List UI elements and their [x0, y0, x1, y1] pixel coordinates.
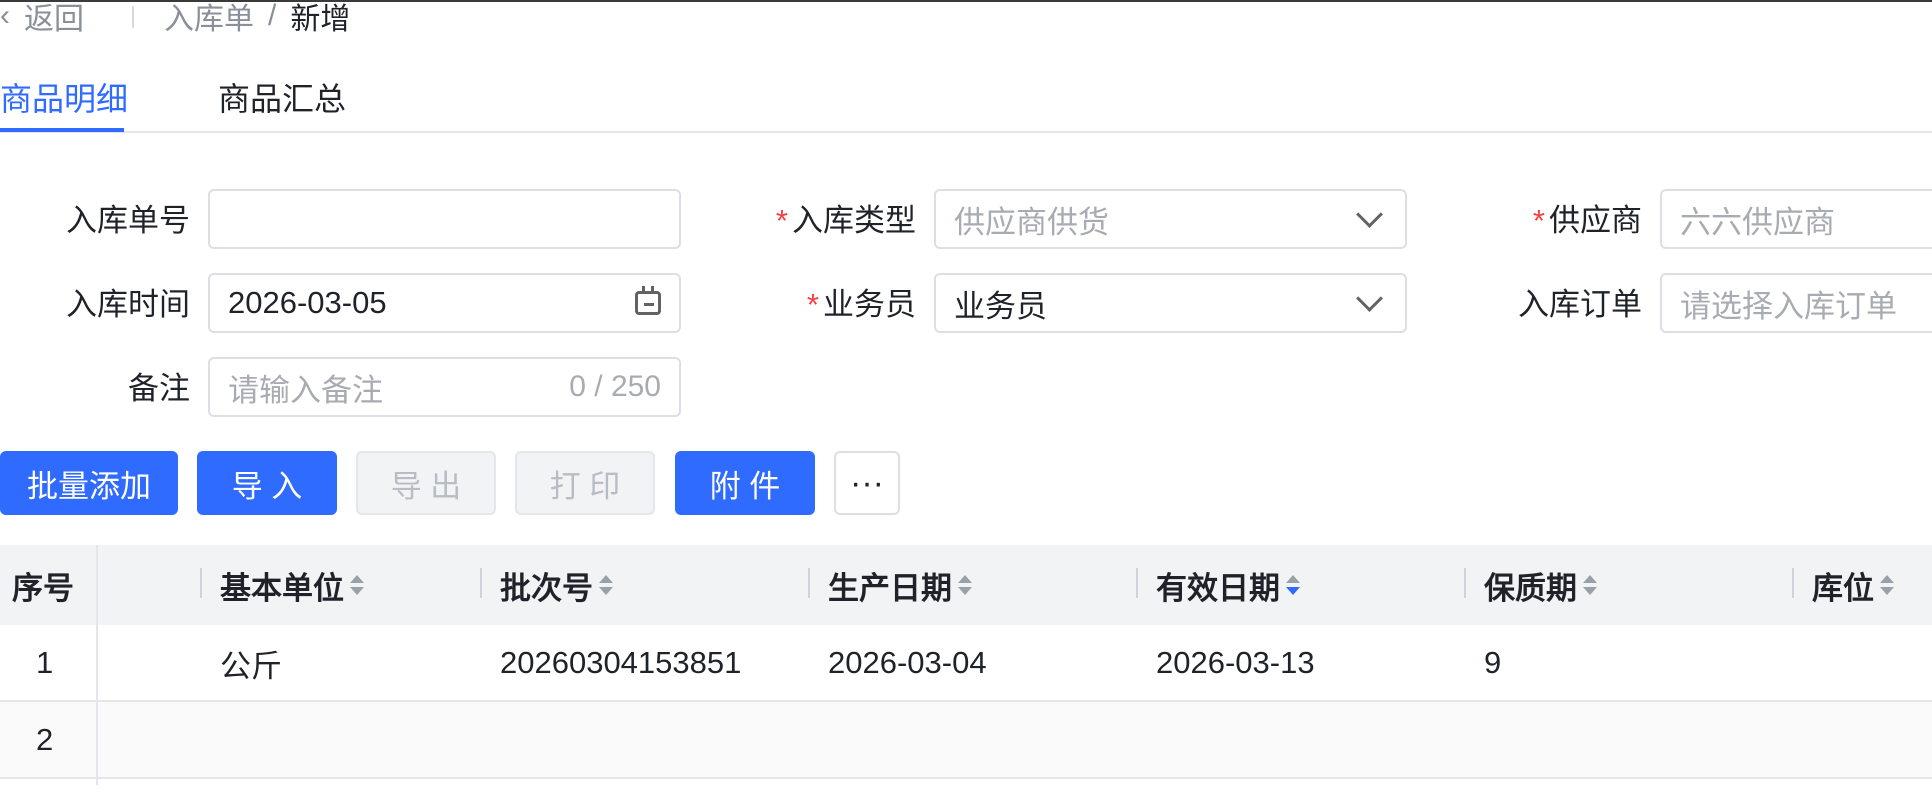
- breadcrumb: 入库单 / 新增: [164, 0, 350, 36]
- sort-icon[interactable]: [1583, 575, 1597, 595]
- back-label: 返回: [24, 3, 84, 36]
- column-header-unit[interactable]: 基本单位: [220, 545, 364, 625]
- table-cell-shelf-life[interactable]: 9: [1484, 625, 1501, 701]
- batch-add-button[interactable]: 批量添加: [0, 451, 178, 515]
- table-cell-unit[interactable]: 公斤: [220, 625, 282, 701]
- inbound-type-label: * 入库类型: [775, 203, 916, 238]
- column-header-expiry[interactable]: 有效日期: [1156, 545, 1300, 625]
- inbound-no-label: 入库单号: [66, 203, 190, 238]
- import-button[interactable]: 导 入: [197, 451, 337, 515]
- inbound-no-input[interactable]: [208, 189, 681, 249]
- salesperson-select[interactable]: 业务员: [934, 273, 1407, 333]
- table-cell-index: 1: [36, 645, 54, 680]
- remark-label: 备注: [128, 371, 190, 406]
- sort-icon[interactable]: [599, 575, 613, 595]
- chevron-down-icon: [1356, 284, 1383, 312]
- inbound-time-label: 入库时间: [66, 287, 190, 322]
- inbound-time-datepicker[interactable]: 2026-03-05: [208, 273, 681, 333]
- sort-icon[interactable]: [1880, 575, 1894, 595]
- sort-icon[interactable]: [1286, 575, 1300, 595]
- column-divider: [1792, 568, 1794, 598]
- print-button[interactable]: 打 印: [515, 451, 655, 515]
- tabs-border: [0, 131, 1932, 133]
- table-cell-expiry[interactable]: 2026-03-13: [1156, 625, 1315, 701]
- column-divider: [1464, 568, 1466, 598]
- active-tab-indicator: [0, 128, 124, 132]
- column-header-batch[interactable]: 批次号: [500, 545, 613, 625]
- sort-icon[interactable]: [958, 575, 972, 595]
- more-icon: ···: [850, 463, 884, 502]
- inbound-type-select[interactable]: 供应商供货: [934, 189, 1407, 249]
- column-divider: [808, 568, 810, 598]
- column-divider: [1136, 568, 1138, 598]
- inbound-order-label: 入库订单: [1518, 287, 1642, 322]
- column-header-location[interactable]: 库位: [1812, 545, 1894, 625]
- tab-goods-detail[interactable]: 商品明细: [0, 74, 128, 120]
- chevron-left-icon: ‹: [0, 0, 10, 32]
- inbound-order-select[interactable]: 请选择入库订单: [1660, 273, 1932, 333]
- back-button[interactable]: ‹ 返回: [0, 0, 84, 37]
- salesperson-label: * 业务员: [806, 287, 916, 322]
- chevron-down-icon: [1356, 200, 1383, 228]
- export-button[interactable]: 导 出: [356, 451, 496, 515]
- breadcrumb-separator: /: [268, 0, 277, 32]
- column-header-shelf-life[interactable]: 保质期: [1484, 545, 1597, 625]
- more-actions-button[interactable]: ···: [834, 451, 900, 515]
- breadcrumb-parent[interactable]: 入库单: [164, 0, 254, 38]
- table-cell-batch[interactable]: 20260304153851: [500, 625, 741, 701]
- sort-icon[interactable]: [350, 575, 364, 595]
- table-cell-index: 2: [36, 722, 54, 757]
- fixed-column-border: [96, 545, 98, 785]
- breadcrumb-current: 新增: [290, 3, 351, 36]
- remark-char-counter: 0 / 250: [569, 370, 661, 403]
- column-divider: [480, 568, 482, 598]
- supplier-label: * 供应商: [1532, 203, 1642, 238]
- tab-goods-summary[interactable]: 商品汇总: [218, 74, 346, 120]
- row-divider: [0, 777, 1932, 779]
- breadcrumb-divider: [132, 6, 134, 28]
- table-row-bg: [0, 702, 1932, 778]
- supplier-select[interactable]: 六六供应商: [1660, 189, 1932, 249]
- column-header-index: 序号: [12, 570, 74, 606]
- column-header-produced[interactable]: 生产日期: [828, 545, 972, 625]
- table-cell-produced[interactable]: 2026-03-04: [828, 625, 987, 701]
- remark-input[interactable]: 请输入备注 0 / 250: [208, 357, 681, 417]
- attach-button[interactable]: 附 件: [675, 451, 815, 515]
- column-divider: [200, 568, 202, 598]
- calendar-icon: [635, 286, 661, 315]
